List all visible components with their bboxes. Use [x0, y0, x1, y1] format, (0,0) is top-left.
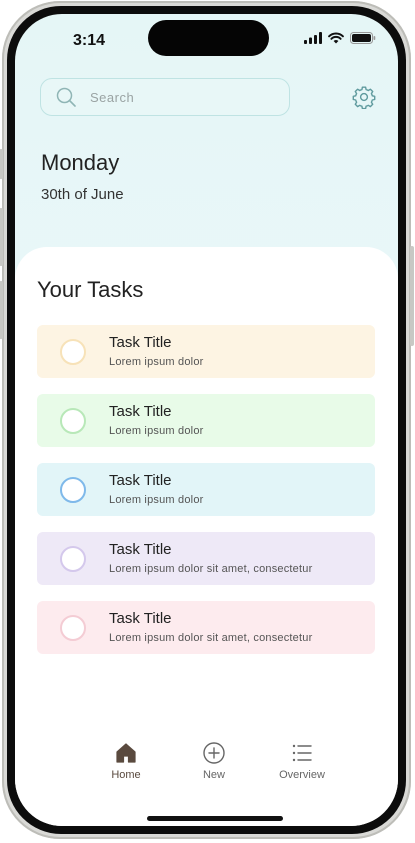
nav-label-new: New [202, 769, 225, 781]
task-checkbox[interactable] [60, 477, 86, 503]
home-icon [116, 743, 136, 763]
bezel: 3:14 Search Monday 30th of June Your Tas… [7, 6, 406, 834]
nav-item-home[interactable]: Home [91, 740, 161, 781]
task-card[interactable]: Task Title Lorem ipsum dolor sit amet, c… [37, 532, 375, 585]
cellular-signal-icon [304, 32, 322, 44]
task-title: Task Title [109, 334, 172, 351]
tasks-section-title: Your Tasks [37, 277, 144, 302]
nav-label-home: Home [111, 769, 141, 781]
task-subtitle: Lorem ipsum dolor [109, 425, 204, 437]
task-subtitle: Lorem ipsum dolor sit amet, consectetur [109, 632, 313, 644]
task-title: Task Title [109, 610, 172, 627]
status-icons [304, 32, 376, 44]
task-checkbox[interactable] [60, 408, 86, 434]
dynamic-island [148, 20, 269, 56]
phone-frame: 3:14 Search Monday 30th of June Your Tas… [0, 1, 414, 839]
search-icon [56, 87, 76, 107]
task-title: Task Title [109, 472, 172, 489]
task-card[interactable]: Task Title Lorem ipsum dolor sit amet, c… [37, 601, 375, 654]
volume-down-button [0, 281, 3, 339]
battery-icon [350, 32, 376, 44]
task-card[interactable]: Task Title Lorem ipsum dolor [37, 394, 375, 447]
task-subtitle: Lorem ipsum dolor [109, 356, 204, 368]
task-card[interactable]: Task Title Lorem ipsum dolor [37, 463, 375, 516]
date-subheading: 30th of June [41, 186, 124, 203]
task-checkbox[interactable] [60, 615, 86, 641]
home-indicator[interactable] [147, 816, 283, 821]
wifi-icon [328, 32, 344, 44]
search-input[interactable] [88, 88, 262, 106]
bottom-nav: Home New Overview [15, 740, 398, 800]
day-heading: Monday [41, 150, 120, 175]
task-title: Task Title [109, 541, 172, 558]
volume-up-button [0, 208, 3, 266]
power-button [410, 246, 414, 346]
nav-item-overview[interactable]: Overview [267, 740, 337, 781]
action-button [0, 149, 3, 179]
status-time: 3:14 [73, 32, 106, 49]
search-bar[interactable] [40, 78, 290, 116]
nav-label-overview: Overview [279, 769, 325, 781]
screen: 3:14 Search Monday 30th of June Your Tas… [15, 14, 398, 826]
task-checkbox[interactable] [60, 546, 86, 572]
task-card[interactable]: Task Title Lorem ipsum dolor [37, 325, 375, 378]
task-checkbox[interactable] [60, 339, 86, 365]
plus-circle-icon [203, 742, 225, 764]
task-subtitle: Lorem ipsum dolor [109, 494, 204, 506]
gear-icon[interactable] [352, 85, 376, 109]
nav-item-new[interactable]: New [179, 740, 249, 781]
task-title: Task Title [109, 403, 172, 420]
task-subtitle: Lorem ipsum dolor sit amet, consectetur [109, 563, 313, 575]
list-icon [292, 744, 312, 762]
